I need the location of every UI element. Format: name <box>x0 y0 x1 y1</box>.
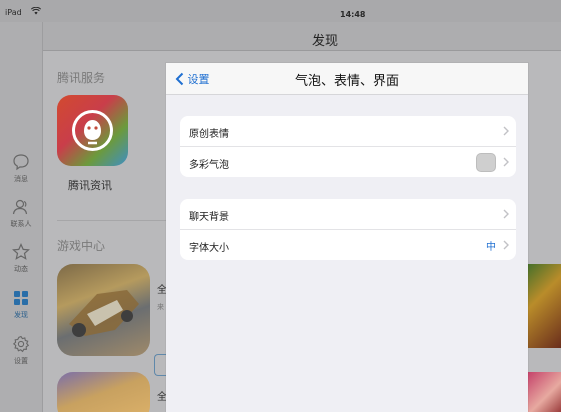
tencent-news-label: 腾讯资讯 <box>68 179 112 192</box>
tab-label: 动态 <box>14 265 28 273</box>
section-divider <box>57 220 167 221</box>
font-size-value: 中 <box>486 242 496 253</box>
tab-label: 设置 <box>14 357 28 365</box>
penguin-logo-icon <box>72 110 113 151</box>
chevron-right-icon <box>503 157 509 167</box>
modal-title: 气泡、表情、界面 <box>294 74 399 89</box>
status-time: 14:48 <box>340 10 366 19</box>
row-label: 聊天背景 <box>189 212 229 223</box>
modal-header: 设置 气泡、表情、界面 <box>166 63 528 95</box>
star-icon <box>12 243 30 260</box>
game-banner-peek[interactable] <box>525 372 561 412</box>
wifi-icon <box>31 7 41 15</box>
row-label: 原创表情 <box>189 129 229 140</box>
row-original-stickers[interactable]: 原创表情 <box>180 116 516 147</box>
row-label: 多彩气泡 <box>189 160 229 171</box>
game-banner-peek[interactable] <box>525 264 561 348</box>
settings-group: 原创表情 多彩气泡 <box>180 116 516 177</box>
page-title: 发现 <box>312 34 339 49</box>
tab-feeds[interactable]: 动态 <box>0 242 42 282</box>
tab-sidebar: 消息 联系人 动态 发现 设置 <box>0 22 43 412</box>
contacts-icon <box>12 199 28 215</box>
section-title-tencent: 腾讯服务 <box>57 71 106 85</box>
tab-messages[interactable]: 消息 <box>0 152 42 192</box>
row-label: 字体大小 <box>189 243 229 254</box>
game-subtitle-peek: 来 <box>157 303 164 311</box>
section-title-games: 游戏中心 <box>57 239 106 253</box>
device-name: iPad <box>5 8 22 17</box>
chevron-right-icon <box>503 126 509 136</box>
settings-modal: 设置 气泡、表情、界面 原创表情 多彩气泡 聊天背景 字体大小 中 <box>166 63 528 412</box>
row-chat-background[interactable]: 聊天背景 <box>180 199 516 230</box>
grid-icon <box>14 291 28 305</box>
settings-group: 聊天背景 字体大小 中 <box>180 199 516 260</box>
tab-label: 联系人 <box>10 220 32 228</box>
tab-label: 消息 <box>14 175 28 183</box>
row-font-size[interactable]: 字体大小 中 <box>180 230 516 260</box>
tencent-news-tile[interactable] <box>57 95 128 166</box>
game-art-icon <box>69 290 139 337</box>
game-thumbnail[interactable] <box>57 372 150 412</box>
chevron-right-icon <box>503 240 509 250</box>
game-thumbnail[interactable] <box>57 264 150 356</box>
app-background: iPad 14:48 发现 消息 联系人 动态 发现 设置 腾讯服务 腾讯资讯 … <box>0 0 561 412</box>
status-bar: iPad 14:48 <box>0 0 561 22</box>
nav-bar <box>42 22 561 51</box>
chat-bubble-icon <box>13 154 29 171</box>
gear-icon <box>12 335 30 353</box>
chevron-right-icon <box>503 209 509 219</box>
row-colorful-bubbles[interactable]: 多彩气泡 <box>180 147 516 177</box>
ipad-screen: iPad 14:48 发现 消息 联系人 动态 发现 设置 腾讯服务 腾讯资讯 … <box>0 0 561 412</box>
tab-label: 发现 <box>14 311 28 319</box>
tab-discover[interactable]: 发现 <box>0 288 42 328</box>
bubble-preview-swatch <box>476 153 496 172</box>
tab-contacts[interactable]: 联系人 <box>0 197 42 237</box>
tab-settings[interactable]: 设置 <box>0 334 42 374</box>
